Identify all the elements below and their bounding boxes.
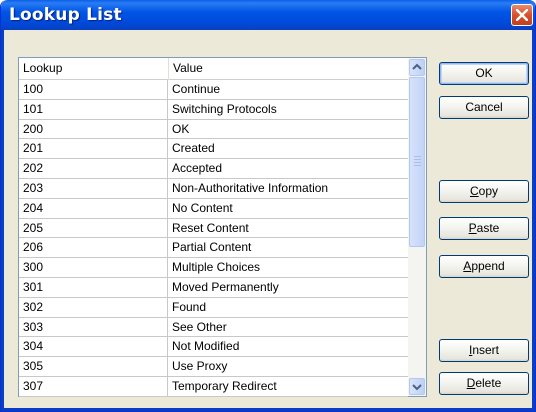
value-cell[interactable]: Non-Authoritative Information	[167, 178, 408, 198]
value-cell[interactable]: Accepted	[167, 159, 408, 179]
paste-mnemonic: P	[468, 221, 477, 235]
list-row[interactable]: 100 Continue	[19, 80, 408, 100]
copy-button[interactable]: Copy	[439, 180, 529, 203]
value-cell[interactable]: Continue	[167, 80, 408, 99]
value-cell[interactable]: Reset Content	[167, 218, 408, 238]
insert-button[interactable]: Insert	[439, 339, 529, 362]
delete-label: elete	[475, 376, 502, 390]
lookup-list[interactable]: Lookup Value 100 Continue 101 Switching Pro…	[18, 57, 427, 397]
lookup-cell[interactable]: 305	[19, 357, 167, 376]
lookup-cell[interactable]: 203	[19, 179, 167, 198]
lookup-cell[interactable]: 301	[19, 278, 167, 297]
list-row[interactable]: 202 Accepted	[19, 159, 408, 179]
value-cell[interactable]: See Other	[167, 317, 408, 337]
window-border-right	[532, 30, 535, 411]
paste-label: aste	[476, 221, 500, 235]
value-cell[interactable]: Switching Protocols	[167, 99, 408, 119]
list-row[interactable]: 101 Switching Protocols	[19, 99, 408, 120]
value-cell[interactable]: Multiple Choices	[167, 258, 408, 278]
list-row[interactable]: 307 Temporary Redirect	[19, 376, 408, 397]
delete-mnemonic: D	[466, 376, 476, 390]
thumb-grip	[414, 159, 421, 160]
lookup-cell[interactable]: 300	[19, 258, 167, 277]
lookup-cell[interactable]: 303	[19, 318, 167, 337]
list-row[interactable]: 205 Reset Content	[19, 218, 408, 239]
value-cell[interactable]: No Content	[167, 198, 408, 218]
value-cell[interactable]: Use Proxy	[167, 357, 408, 377]
list-row[interactable]: 304 Not Modified	[19, 337, 408, 358]
copy-mnemonic: C	[469, 184, 479, 198]
lookup-cell[interactable]: 201	[19, 139, 167, 158]
list-rows: 100 Continue 101 Switching Protocols 200 OK 20…	[19, 80, 408, 397]
value-cell[interactable]: Created	[167, 139, 408, 159]
lookup-list-dialog: Lookup List Lookup Value 100 Continue 101 S…	[0, 0, 536, 412]
lookup-cell[interactable]: 307	[19, 377, 167, 396]
thumb-grip	[414, 162, 421, 163]
thumb-grip	[414, 165, 421, 166]
scrollbar-thumb[interactable]	[409, 77, 425, 247]
lookup-cell[interactable]: 202	[19, 159, 167, 178]
paste-button[interactable]: Paste	[439, 217, 529, 240]
chevron-up-icon	[412, 63, 422, 70]
list-row[interactable]: 300 Multiple Choices	[19, 258, 408, 278]
value-cell[interactable]: OK	[167, 119, 408, 139]
list-row[interactable]: 204 No Content	[19, 198, 408, 219]
lookup-cell[interactable]: 304	[19, 337, 167, 356]
column-header-value[interactable]: Value	[169, 58, 408, 80]
value-cell[interactable]: Moved Permanently	[167, 277, 408, 297]
lookup-cell[interactable]: 206	[19, 238, 167, 257]
lookup-cell[interactable]: 204	[19, 199, 167, 218]
close-button[interactable]	[511, 4, 533, 26]
append-label: ppend	[471, 259, 505, 273]
append-button[interactable]: Append	[439, 255, 529, 278]
cancel-button[interactable]: Cancel	[439, 96, 529, 119]
value-cell[interactable]: Partial Content	[167, 238, 408, 258]
close-icon	[516, 9, 528, 21]
list-row[interactable]: 206 Partial Content	[19, 238, 408, 259]
lookup-cell[interactable]: 101	[19, 100, 167, 119]
window-title: Lookup List	[9, 5, 122, 25]
list-row[interactable]: 305 Use Proxy	[19, 357, 408, 377]
list-row[interactable]: 200 OK	[19, 119, 408, 140]
list-row[interactable]: 301 Moved Permanently	[19, 277, 408, 298]
column-header-lookup[interactable]: Lookup	[19, 58, 169, 80]
lookup-cell[interactable]: 205	[19, 219, 167, 238]
thumb-grip	[414, 156, 421, 157]
list-row[interactable]: 303 See Other	[19, 317, 408, 338]
window-border-bottom	[1, 408, 535, 411]
lookup-cell[interactable]: 100	[19, 80, 167, 99]
lookup-cell[interactable]: 200	[19, 120, 167, 139]
value-cell[interactable]: Found	[167, 297, 408, 317]
scroll-up-button[interactable]	[409, 59, 425, 76]
list-row[interactable]: 201 Created	[19, 139, 408, 160]
list-header: Lookup Value	[19, 58, 408, 80]
value-cell[interactable]: Temporary Redirect	[167, 376, 408, 396]
list-row[interactable]: 302 Found	[19, 297, 408, 318]
lookup-cell[interactable]: 302	[19, 298, 167, 317]
value-cell[interactable]: Not Modified	[167, 337, 408, 357]
ok-button[interactable]: OK	[439, 62, 529, 85]
delete-button[interactable]: Delete	[439, 372, 529, 395]
chevron-down-icon	[412, 384, 422, 391]
insert-label: nsert	[472, 343, 500, 357]
copy-label: opy	[478, 184, 499, 198]
window-border-left	[1, 30, 4, 411]
list-row[interactable]: 203 Non-Authoritative Information	[19, 178, 408, 199]
scroll-down-button[interactable]	[409, 378, 425, 395]
vertical-scrollbar[interactable]	[408, 58, 426, 396]
title-bar[interactable]: Lookup List	[1, 0, 535, 30]
